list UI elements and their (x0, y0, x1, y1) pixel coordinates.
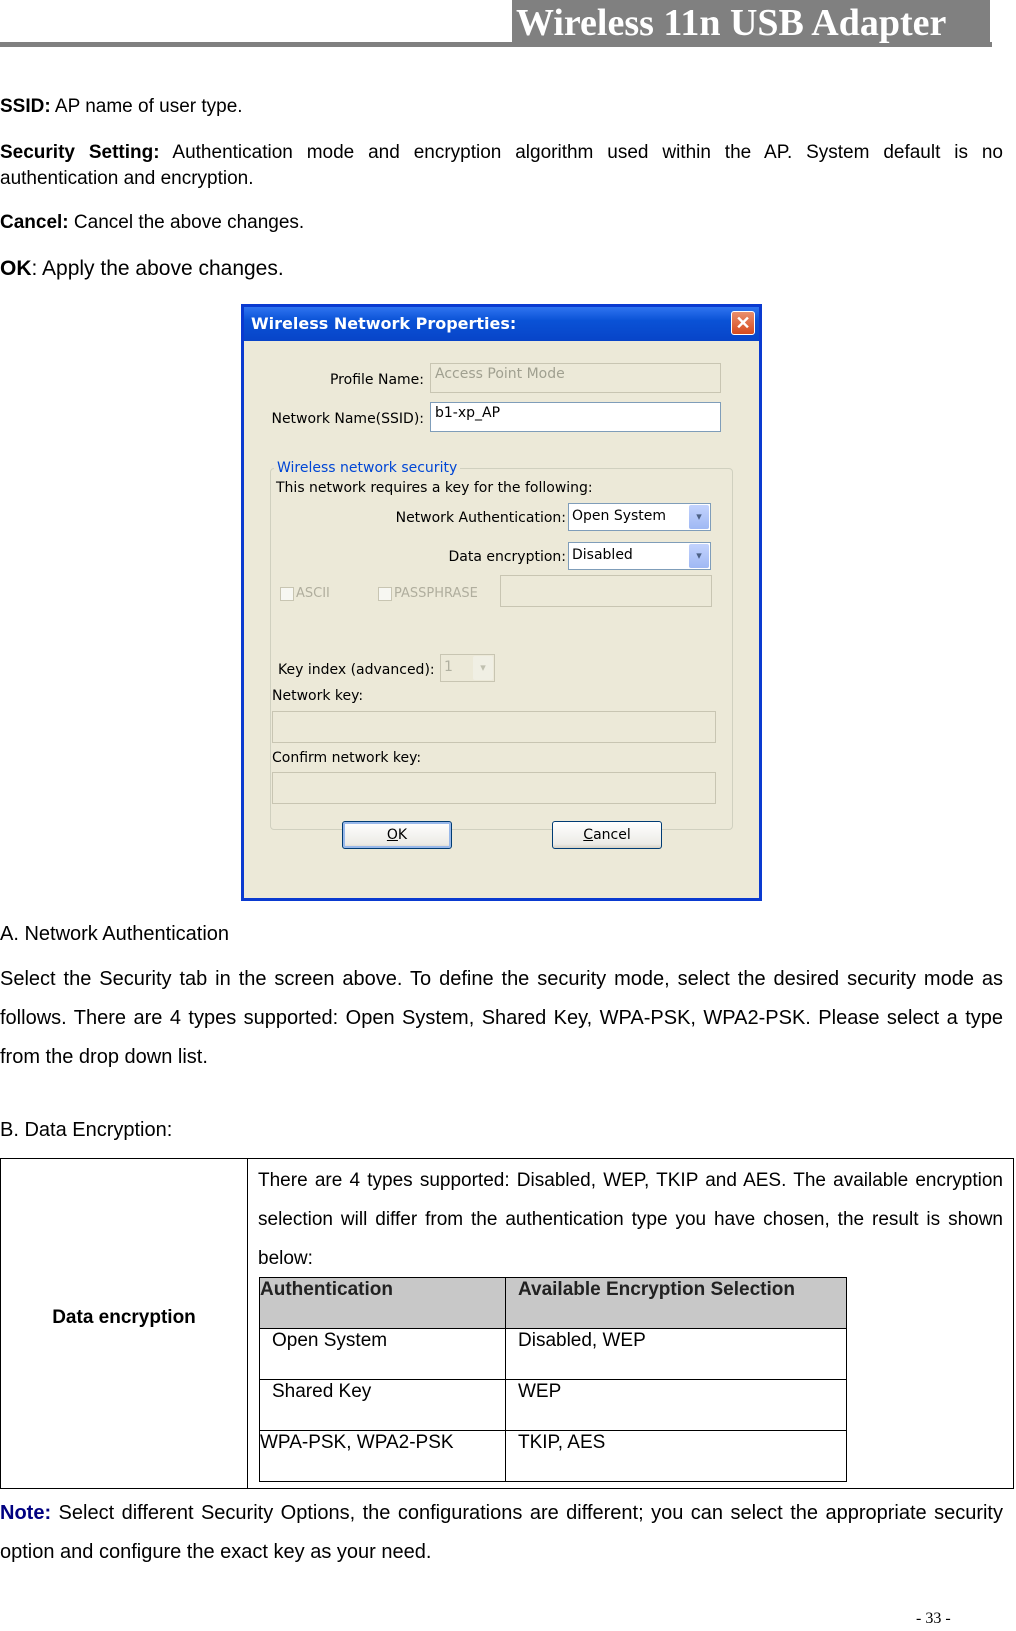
data-encryption-row-label: Data encryption (52, 1307, 196, 1328)
network-authentication-value: Open System (572, 508, 667, 524)
ssid-text: AP name of user type. (50, 96, 243, 117)
ssid-description: SSID: AP name of user type. (0, 94, 243, 120)
cancel-label-rest: ancel (593, 827, 631, 843)
profile-name-input[interactable]: Access Point Mode (430, 363, 721, 393)
ascii-label: ASCII (296, 586, 330, 601)
close-icon: ✕ (735, 313, 751, 333)
encryption-cell: Disabled, WEP (505, 1328, 847, 1380)
cancel-button[interactable]: Cancel (552, 821, 662, 849)
ok-text: : Apply the above changes. (31, 257, 284, 280)
ssid-input[interactable]: b1-xp_AP (430, 402, 721, 432)
network-authentication-label: Network Authentication: (395, 510, 566, 526)
cancel-description: Cancel: Cancel the above changes. (0, 210, 304, 236)
encryption-options-table: Authentication Available Encryption Sele… (259, 1277, 847, 1482)
ok-description: OK: Apply the above changes. (0, 256, 284, 282)
chevron-down-icon: ▾ (473, 656, 493, 680)
section-a-heading: A. Network Authentication (0, 923, 230, 945)
chevron-down-icon: ▾ (689, 544, 709, 568)
encryption-cell: TKIP, AES (505, 1430, 847, 1482)
key-index-label: Key index (advanced): (278, 662, 435, 678)
network-key-label: Network key: (272, 688, 364, 704)
passphrase-label: PASSPHRASE (394, 586, 478, 601)
page-header-title: Wireless 11n USB Adapter (512, 0, 990, 47)
cancel-term: Cancel: (0, 212, 69, 233)
auth-cell: WPA-PSK, WPA2-PSK (259, 1430, 506, 1482)
network-key-input[interactable] (272, 711, 716, 743)
section-a-body: Select the Security tab in the screen ab… (0, 968, 1003, 1068)
encryption-cell: WEP (505, 1379, 847, 1431)
column-header-authentication: Authentication (259, 1277, 506, 1329)
ssid-label: Network Name(SSID): (271, 411, 424, 427)
security-setting-description: Security Setting: Authentication mode an… (0, 140, 1003, 192)
profile-name-label: Profile Name: (329, 372, 424, 388)
ascii-checkbox[interactable] (280, 587, 294, 601)
passphrase-input[interactable] (500, 575, 712, 607)
confirm-network-key-input[interactable] (272, 772, 716, 804)
confirm-network-key-label: Confirm network key: (272, 750, 422, 766)
note-paragraph: Note: Select different Security Options,… (0, 1494, 1003, 1572)
dialog-title: Wireless Network Properties: (251, 314, 517, 333)
column-header-encryption: Available Encryption Selection (505, 1277, 847, 1329)
dialog-titlebar: Wireless Network Properties: ✕ (244, 307, 759, 341)
security-setting-term: Security Setting: (0, 142, 160, 163)
note-label: Note: (0, 1502, 52, 1524)
ok-term: OK (0, 257, 32, 280)
table-row: Open System Disabled, WEP (259, 1328, 847, 1380)
auth-cell: Open System (259, 1328, 506, 1380)
requires-key-text: This network requires a key for the foll… (276, 480, 593, 496)
ok-mnemonic: O (386, 827, 398, 843)
table-row: WPA-PSK, WPA2-PSK TKIP, AES (259, 1430, 847, 1482)
table-header-row: Authentication Available Encryption Sele… (259, 1277, 847, 1329)
ok-button[interactable]: OK (342, 821, 452, 849)
chevron-down-icon: ▾ (689, 505, 709, 529)
auth-cell: Shared Key (259, 1379, 506, 1431)
table-divider (247, 1159, 248, 1488)
section-b-heading: B. Data Encryption: (0, 1119, 173, 1141)
data-encryption-label: Data encryption: (448, 549, 566, 565)
wireless-network-properties-dialog: Wireless Network Properties: ✕ Profile N… (241, 304, 762, 901)
ok-label-rest: K (397, 827, 408, 843)
page-number: - 33 - (916, 1610, 951, 1627)
passphrase-checkbox[interactable] (378, 587, 392, 601)
data-encryption-value: Disabled (572, 547, 633, 563)
network-authentication-select[interactable]: Open System ▾ (568, 503, 711, 531)
note-text: Select different Security Options, the c… (0, 1502, 1003, 1563)
cancel-text: Cancel the above changes. (68, 212, 305, 233)
key-index-value: 1 (444, 659, 453, 675)
close-button[interactable]: ✕ (731, 311, 755, 335)
wireless-security-legend: Wireless network security (274, 460, 461, 476)
cancel-mnemonic: C (583, 827, 594, 843)
table-row: Shared Key WEP (259, 1379, 847, 1431)
data-encryption-select[interactable]: Disabled ▾ (568, 542, 711, 570)
data-encryption-description: There are 4 types supported: Disabled, W… (258, 1170, 1003, 1269)
key-index-select[interactable]: 1 ▾ (440, 654, 495, 682)
ssid-term: SSID: (0, 96, 51, 117)
